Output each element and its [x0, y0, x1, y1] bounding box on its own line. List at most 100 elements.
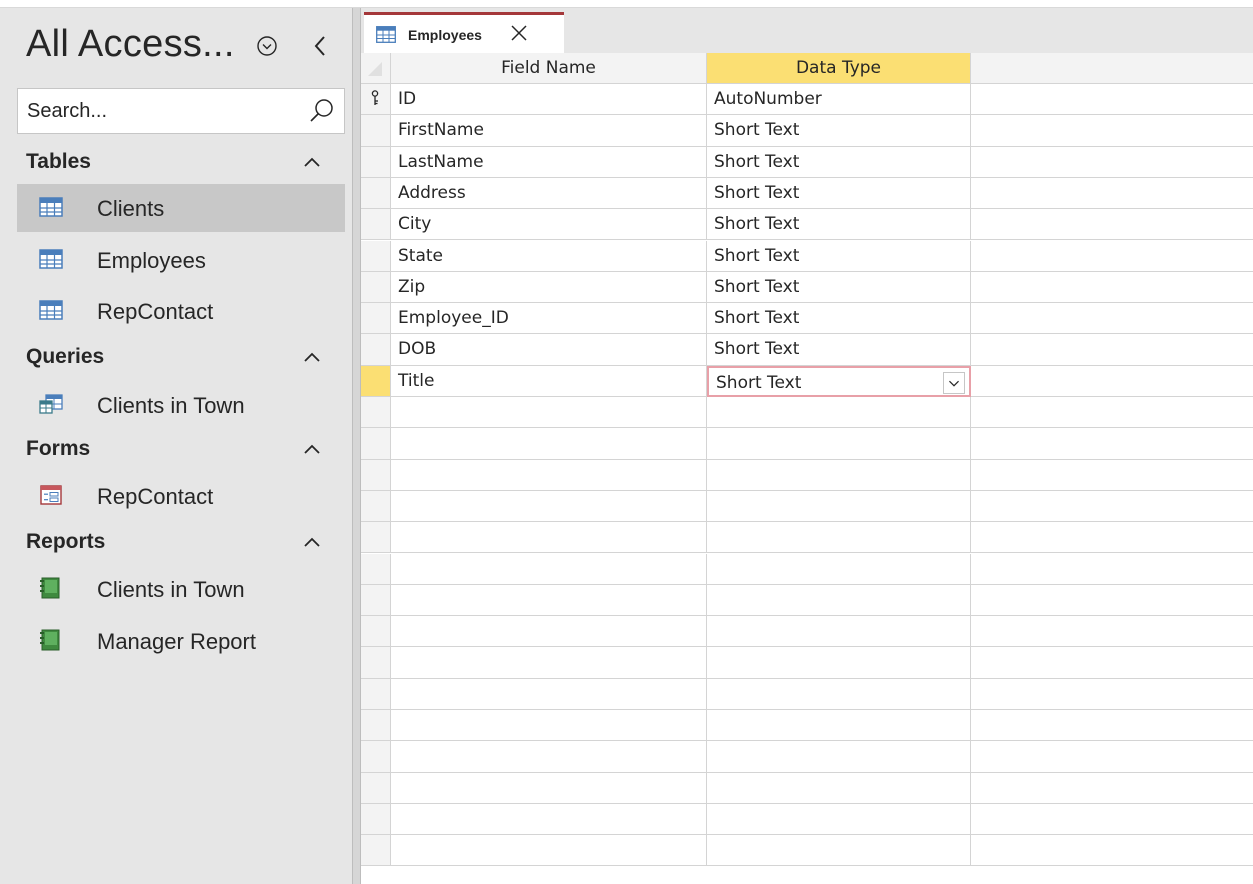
description-cell[interactable]: [971, 616, 1253, 648]
table-row[interactable]: ID AutoNumber: [361, 84, 1253, 116]
row-selector[interactable]: [361, 240, 391, 272]
data-type-cell[interactable]: Short Text: [707, 303, 971, 335]
table-row[interactable]: LastName Short Text: [361, 146, 1253, 178]
field-name-cell[interactable]: [391, 522, 707, 554]
chevron-up-icon[interactable]: [300, 533, 324, 553]
description-header[interactable]: [971, 53, 1253, 84]
select-all-corner[interactable]: [361, 53, 391, 84]
table-row[interactable]: [361, 428, 1253, 460]
row-selector[interactable]: [361, 710, 391, 742]
data-type-cell[interactable]: [707, 647, 971, 679]
field-name-cell[interactable]: [391, 835, 707, 867]
nav-item-repcontact-form[interactable]: RepContact: [17, 472, 345, 520]
data-type-cell[interactable]: Short Text: [707, 146, 971, 178]
field-name-cell[interactable]: Employee_ID: [391, 303, 707, 335]
description-cell[interactable]: [971, 554, 1253, 585]
field-name-cell[interactable]: [391, 803, 707, 836]
data-type-cell[interactable]: [707, 678, 971, 710]
nav-item-manager-report[interactable]: Manager Report: [17, 617, 345, 665]
data-type-cell[interactable]: Short Text: [707, 271, 971, 304]
field-name-cell[interactable]: FirstName: [391, 115, 707, 147]
row-selector[interactable]: [361, 741, 391, 773]
data-type-cell[interactable]: [707, 710, 971, 742]
description-cell[interactable]: [971, 115, 1253, 147]
description-cell[interactable]: [971, 209, 1253, 241]
field-name-cell[interactable]: ID: [391, 84, 707, 116]
field-name-cell[interactable]: [391, 397, 707, 429]
chevron-up-icon[interactable]: [300, 348, 324, 368]
description-cell[interactable]: [971, 334, 1253, 366]
group-queries[interactable]: Queries: [0, 338, 352, 378]
nav-item-employees[interactable]: Employees: [17, 236, 345, 284]
description-cell[interactable]: [971, 647, 1253, 679]
field-name-header[interactable]: Field Name: [391, 53, 707, 84]
field-name-cell[interactable]: City: [391, 209, 707, 241]
description-cell[interactable]: [971, 491, 1253, 523]
data-type-cell[interactable]: [707, 803, 971, 836]
circle-chevron-down-icon[interactable]: [254, 33, 280, 59]
chevron-up-icon[interactable]: [300, 153, 324, 173]
nav-title[interactable]: All Access...: [26, 23, 235, 66]
table-row[interactable]: [361, 803, 1253, 836]
description-cell[interactable]: [971, 272, 1253, 304]
table-row[interactable]: FirstName Short Text: [361, 115, 1253, 147]
data-type-cell[interactable]: Short Text: [707, 334, 971, 366]
field-name-cell[interactable]: [391, 647, 707, 679]
field-name-cell[interactable]: [391, 616, 707, 648]
group-reports[interactable]: Reports: [0, 523, 352, 563]
close-icon[interactable]: [508, 22, 530, 44]
group-forms[interactable]: Forms: [0, 430, 352, 470]
field-name-cell[interactable]: [391, 710, 707, 742]
table-row[interactable]: Employee_ID Short Text: [361, 303, 1253, 335]
field-name-cell[interactable]: Address: [391, 177, 707, 210]
data-type-cell[interactable]: Short Text: [707, 115, 971, 147]
chevron-left-icon[interactable]: [310, 32, 330, 60]
table-row[interactable]: Address Short Text: [361, 177, 1253, 210]
row-selector[interactable]: [361, 678, 391, 710]
nav-item-clients[interactable]: Clients: [17, 184, 345, 232]
data-type-cell[interactable]: AutoNumber: [707, 84, 971, 116]
table-row[interactable]: State Short Text: [361, 240, 1253, 272]
row-selector[interactable]: [361, 835, 391, 867]
field-name-cell[interactable]: Title: [391, 365, 707, 397]
description-cell[interactable]: [971, 773, 1253, 804]
table-row[interactable]: [361, 553, 1253, 585]
table-row[interactable]: Zip Short Text: [361, 271, 1253, 304]
field-name-cell[interactable]: State: [391, 240, 707, 272]
description-cell[interactable]: [971, 178, 1253, 210]
description-cell[interactable]: [971, 741, 1253, 773]
chevron-up-icon[interactable]: [300, 440, 324, 460]
row-selector[interactable]: [361, 584, 391, 617]
nav-item-clients-in-town-report[interactable]: Clients in Town: [17, 565, 345, 613]
description-cell[interactable]: [971, 428, 1253, 460]
field-name-cell[interactable]: LastName: [391, 146, 707, 178]
row-selector[interactable]: [361, 522, 391, 554]
row-selector[interactable]: [361, 303, 391, 335]
pane-splitter[interactable]: [352, 8, 361, 884]
table-row[interactable]: DOB Short Text: [361, 334, 1253, 366]
data-type-cell[interactable]: [707, 428, 971, 460]
field-name-cell[interactable]: [391, 490, 707, 523]
description-cell[interactable]: [971, 147, 1253, 178]
data-type-header[interactable]: Data Type: [707, 53, 971, 84]
table-row[interactable]: [361, 835, 1253, 867]
field-name-cell[interactable]: [391, 428, 707, 460]
row-selector[interactable]: [361, 428, 391, 460]
search-icon[interactable]: [308, 97, 336, 125]
table-row[interactable]: [361, 397, 1253, 429]
row-selector[interactable]: [361, 397, 391, 429]
table-row[interactable]: Title Short Text: [361, 365, 1253, 397]
row-selector[interactable]: [361, 553, 391, 585]
nav-item-repcontact-table[interactable]: RepContact: [17, 287, 345, 335]
search-input[interactable]: [18, 89, 298, 133]
data-type-cell[interactable]: Short Text: [707, 365, 971, 397]
data-type-cell[interactable]: [707, 584, 971, 617]
row-selector[interactable]: [361, 803, 391, 836]
tab-employees[interactable]: Employees: [364, 12, 564, 53]
field-name-cell[interactable]: DOB: [391, 334, 707, 366]
row-selector[interactable]: [361, 616, 391, 648]
field-name-cell[interactable]: [391, 772, 707, 804]
table-row[interactable]: [361, 710, 1253, 742]
data-type-cell[interactable]: [707, 772, 971, 804]
row-selector[interactable]: [361, 115, 391, 147]
